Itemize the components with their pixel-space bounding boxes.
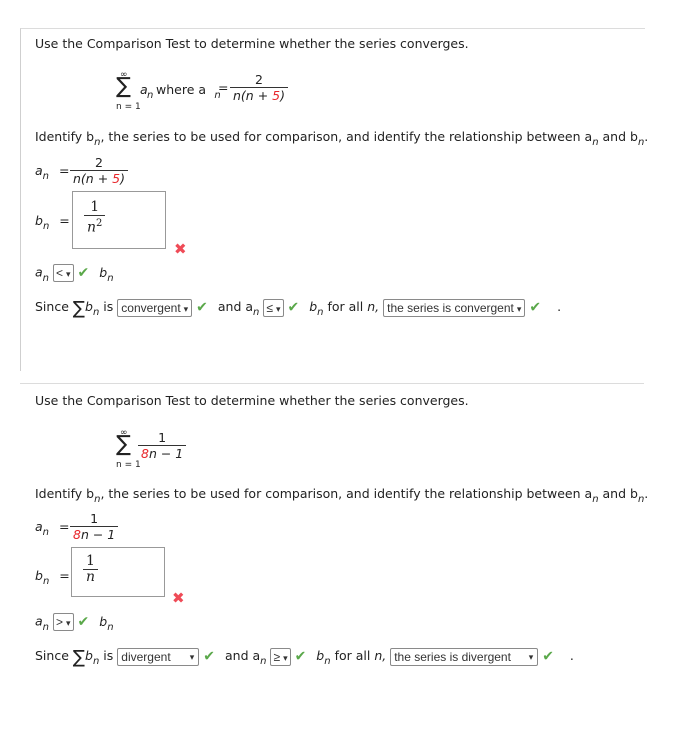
problem-2-identify-text: Identify bn, the series to be used for c…	[35, 486, 649, 505]
chevron-down-icon: ▾	[275, 303, 281, 314]
problem-1-bn-answer-input[interactable]: 1 n2	[72, 191, 166, 249]
correct-icon: ✔	[77, 265, 90, 281]
inequality-select[interactable]: ≥ ▾	[270, 647, 291, 666]
sum-lower-limit: n = 1	[116, 102, 141, 112]
incorrect-icon: ✖	[172, 589, 185, 607]
chevron-down-icon: ▾	[528, 651, 534, 662]
problem-1-identify-text: Identify bn, the series to be used for c…	[35, 129, 649, 148]
problem-1-prompt: Use the Comparison Test to determine whe…	[35, 36, 469, 51]
chevron-down-icon: ▾	[66, 269, 71, 279]
numerator: 2	[255, 72, 263, 87]
convergence-select[interactable]: convergent ▾	[117, 298, 193, 317]
where-label: where a	[156, 82, 207, 97]
problem-1-relation-row: an < ▾ ✔ bn	[35, 264, 114, 284]
result-select[interactable]: the series is convergent ▾	[383, 298, 526, 317]
result-select[interactable]: the series is divergent ▾	[390, 647, 539, 666]
relation-select[interactable]: > ▾	[53, 613, 74, 631]
problem-1-series: ∞ ∑ n = 1 a n where a n = 2 n(n + 5)	[116, 70, 288, 112]
series-fraction: 1 8n − 1	[138, 430, 187, 461]
chevron-down-icon: ▾	[183, 303, 189, 314]
correct-icon: ✔	[294, 648, 307, 665]
sum-lower-limit: n = 1	[116, 460, 141, 470]
equals-sign: =	[218, 80, 229, 95]
sigma-symbol: ∑	[72, 647, 86, 668]
problem-2-bn-label: bn =	[35, 568, 70, 587]
problem-1-an-definition: an =	[35, 163, 70, 182]
problem-2-prompt: Use the Comparison Test to determine whe…	[35, 393, 469, 408]
correct-icon: ✔	[287, 299, 300, 316]
incorrect-icon: ✖	[174, 240, 187, 258]
subscript: n	[147, 90, 154, 101]
sigma-symbol: ∑	[72, 298, 86, 319]
problem-1-conclusion-row: Since ∑bn is convergent ▾ ✔ and an ≤ ▾ ✔ b…	[35, 298, 562, 319]
correct-icon: ✔	[203, 648, 215, 665]
chevron-down-icon: ▾	[66, 618, 71, 628]
correct-icon: ✔	[196, 299, 208, 316]
problem-separator	[20, 383, 644, 384]
problem-2-relation-row: an > ▾ ✔ bn	[35, 613, 114, 633]
chevron-down-icon: ▾	[283, 652, 288, 663]
bn-answer-fraction: 1 n	[83, 554, 99, 585]
correct-icon: ✔	[77, 614, 90, 630]
correct-icon: ✔	[529, 299, 542, 316]
bn-answer-fraction: 1 n2	[84, 200, 106, 236]
denominator: n(n + 5)	[230, 87, 288, 103]
chevron-down-icon: ▾	[189, 651, 195, 662]
series-fraction: 2 n(n + 5)	[230, 72, 288, 103]
convergence-select[interactable]: divergent ▾	[117, 647, 200, 666]
problem-1-an-fraction: 2 n(n + 5)	[70, 155, 128, 186]
sigma-symbol: ∑	[116, 432, 131, 457]
problem-2-an-fraction: 1 8n − 1	[70, 511, 119, 542]
problem-2-bn-answer-input[interactable]: 1 n	[71, 547, 165, 597]
inequality-select[interactable]: ≤ ▾	[263, 298, 284, 317]
sigma-symbol: ∑	[116, 74, 131, 99]
chevron-down-icon: ▾	[516, 303, 522, 314]
problem-1-bn-label: bn =	[35, 213, 70, 232]
correct-icon: ✔	[542, 648, 554, 665]
problem-2-conclusion-row: Since ∑bn is divergent ▾ ✔ and an ≥ ▾ ✔ bn…	[35, 647, 574, 668]
problem-2-an-definition: an =	[35, 519, 70, 538]
relation-select[interactable]: < ▾	[53, 264, 74, 282]
